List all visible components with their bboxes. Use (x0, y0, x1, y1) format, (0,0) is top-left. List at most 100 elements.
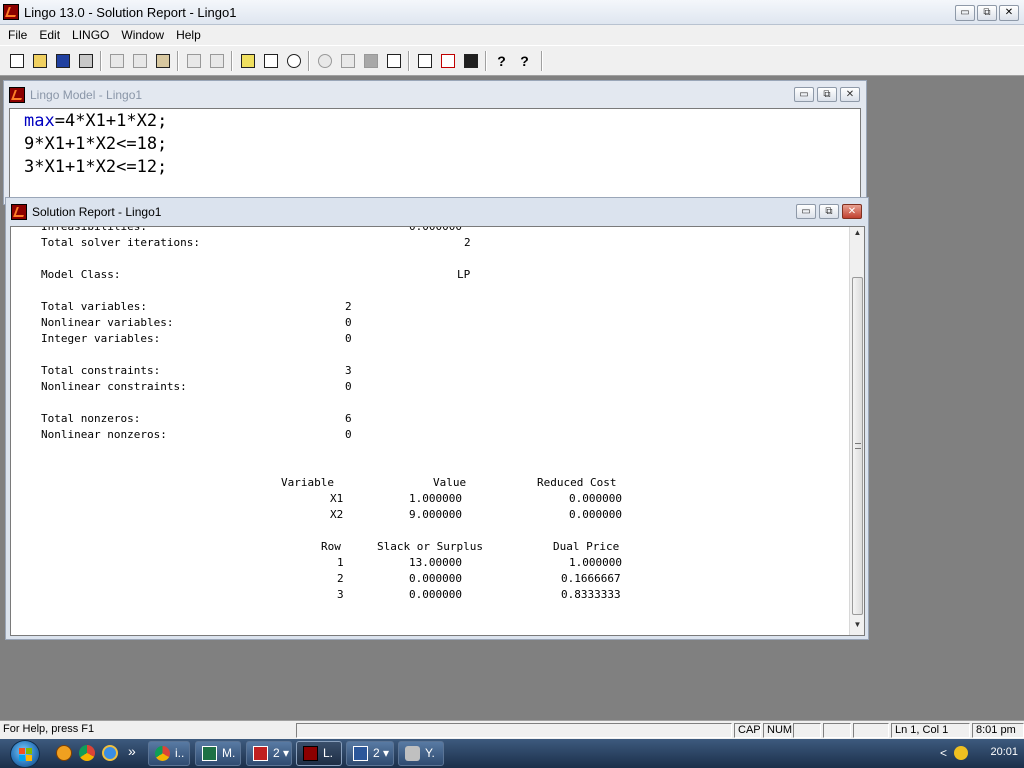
menu-edit[interactable]: Edit (33, 28, 66, 42)
report-value: 0 (345, 380, 352, 393)
report-restore-button[interactable]: ⧉ (819, 204, 839, 219)
report-minimize-button[interactable]: ▭ (796, 204, 816, 219)
show-hidden-icons-icon[interactable]: < (940, 746, 947, 760)
table-cell: 0.000000 (569, 492, 622, 505)
quicklaunch-overflow-icon[interactable]: » (128, 743, 136, 759)
find-icon[interactable] (237, 50, 258, 71)
table-cell: 1.000000 (409, 492, 462, 505)
report-window-title-bar[interactable]: Solution Report - Lingo1 ▭ ⧉ ✕ (6, 198, 868, 224)
excel-icon (202, 746, 217, 761)
report-value: 2 (345, 300, 352, 313)
tray-app-icon[interactable] (954, 746, 968, 760)
copy-icon[interactable] (129, 50, 150, 71)
table-header: Dual Price (553, 540, 620, 553)
menu-help[interactable]: Help (170, 28, 207, 42)
status-panel-empty (793, 723, 821, 738)
close-all-icon[interactable] (383, 50, 404, 71)
print-icon[interactable] (75, 50, 96, 71)
report-text-area[interactable]: Infeasibilities: 0.000000 Total solver i… (10, 226, 865, 636)
undo-icon[interactable] (183, 50, 204, 71)
context-help-icon[interactable]: ? (514, 50, 535, 71)
model-window-title-bar[interactable]: Lingo Model - Lingo1 ▭ ⧉ ✕ (4, 81, 866, 107)
model-minimize-button[interactable]: ▭ (794, 87, 814, 102)
solve-icon[interactable] (314, 50, 335, 71)
scrollbar-thumb[interactable] (852, 277, 863, 615)
match-paren-icon[interactable] (283, 50, 304, 71)
lingo-icon (303, 746, 318, 761)
new-file-icon[interactable] (6, 50, 27, 71)
options-icon[interactable] (360, 50, 381, 71)
window-arrange-icon[interactable] (460, 50, 481, 71)
toolbar: ? ? (0, 45, 1024, 76)
system-tray: < 20:01 (934, 739, 1024, 768)
model-editor[interactable]: max=4*X1+1*X2; 9*X1+1*X2<=18; 3*X1+1*X2<… (9, 108, 861, 198)
report-value: 0 (345, 428, 352, 441)
lingo-app-icon[interactable] (3, 4, 19, 20)
menu-window[interactable]: Window (115, 28, 170, 42)
taskbar-item-lingo[interactable]: L. (296, 741, 342, 766)
solution-icon[interactable] (337, 50, 358, 71)
status-time: 8:01 pm (972, 723, 1024, 738)
status-panel-empty (296, 723, 732, 738)
start-button[interactable] (10, 740, 40, 768)
report-label: Total solver iterations: (41, 236, 200, 249)
report-value: LP (457, 268, 471, 281)
open-folder-icon[interactable] (29, 50, 50, 71)
quicklaunch-app-icon[interactable] (56, 745, 72, 761)
report-label: Total nonzeros: (41, 412, 141, 425)
model-close-button[interactable]: ✕ (840, 87, 860, 102)
table-cell: 0.8333333 (561, 588, 621, 601)
taskbar-item-excel[interactable]: M. (195, 741, 241, 766)
restore-button[interactable]: ⧉ (977, 5, 997, 21)
cut-icon[interactable] (106, 50, 127, 71)
model-restore-button[interactable]: ⧉ (817, 87, 837, 102)
camera-icon (405, 746, 420, 761)
status-caps-lock: CAP (734, 723, 761, 738)
help-icon[interactable]: ? (491, 50, 512, 71)
word-icon (353, 746, 368, 761)
menu-file[interactable]: File (2, 28, 33, 42)
minimize-button[interactable]: ▭ (955, 5, 975, 21)
table-header: Row (321, 540, 341, 553)
status-bar: For Help, press F1 CAP NUM Ln 1, Col 1 8… (0, 720, 1024, 739)
save-icon[interactable] (52, 50, 73, 71)
taskbar-item-chrome[interactable]: i.. (148, 741, 190, 766)
table-cell: 0.000000 (569, 508, 622, 521)
model-line: max=4*X1+1*X2; (24, 111, 168, 131)
model-line: 3*X1+1*X2<=12; (24, 157, 168, 177)
solution-report-window[interactable]: Solution Report - Lingo1 ▭ ⧉ ✕ Infeasibi… (5, 197, 869, 640)
lingo-doc-icon (11, 204, 27, 220)
send-to-back-icon[interactable] (437, 50, 458, 71)
report-label: Infeasibilities: (41, 226, 147, 233)
taskbar-item-group[interactable]: 2 ▾ (246, 741, 292, 766)
menu-lingo[interactable]: LINGO (66, 28, 115, 42)
goto-line-icon[interactable] (260, 50, 281, 71)
app-group-icon (253, 746, 268, 761)
report-label: Integer variables: (41, 332, 161, 345)
lingo-doc-icon (9, 87, 25, 103)
report-label: Nonlinear nonzeros: (41, 428, 167, 441)
internet-explorer-icon[interactable] (102, 745, 118, 761)
report-close-button[interactable]: ✕ (842, 204, 862, 219)
report-value: 6 (345, 412, 352, 425)
paste-icon[interactable] (152, 50, 173, 71)
report-value: 3 (345, 364, 352, 377)
table-cell: 3 (337, 588, 344, 601)
mdi-client-area: Lingo Model - Lingo1 ▭ ⧉ ✕ max=4*X1+1*X2… (0, 77, 1024, 720)
app-title-bar[interactable]: Lingo 13.0 - Solution Report - Lingo1 ▭ … (0, 0, 1024, 25)
redo-icon[interactable] (206, 50, 227, 71)
vertical-scrollbar[interactable]: ▲ ▼ (849, 227, 864, 635)
table-cell: X2 (330, 508, 344, 521)
taskbar-item-word[interactable]: 2 ▾ (346, 741, 394, 766)
table-cell: 0.000000 (409, 572, 462, 585)
close-button[interactable]: ✕ (999, 5, 1019, 21)
system-clock[interactable]: 20:01 (990, 746, 1018, 758)
tile-icon[interactable] (414, 50, 435, 71)
taskbar-item-camera[interactable]: Y. (398, 741, 444, 766)
table-cell: X1 (330, 492, 344, 505)
model-line: 9*X1+1*X2<=18; (24, 134, 168, 154)
chrome-icon[interactable] (79, 745, 95, 761)
scroll-down-arrow-icon[interactable]: ▼ (852, 620, 863, 632)
scroll-up-arrow-icon[interactable]: ▲ (852, 228, 863, 240)
model-window[interactable]: Lingo Model - Lingo1 ▭ ⧉ ✕ max=4*X1+1*X2… (3, 80, 867, 205)
